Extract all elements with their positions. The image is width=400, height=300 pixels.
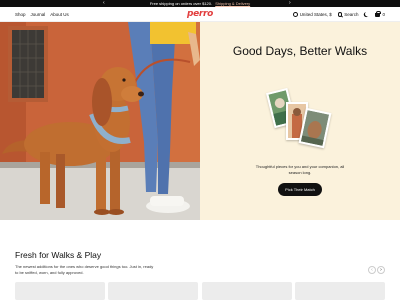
- header-tools: United States, $ Search 0: [292, 7, 385, 22]
- dog-walk-illustration: [0, 22, 200, 220]
- promo-bar: ‹ Free shipping on orders over $120. Shi…: [0, 0, 400, 7]
- region-label: United States, $: [299, 12, 332, 17]
- dog-photo: [300, 110, 330, 146]
- pick-their-match-button[interactable]: Pick Their Match: [278, 183, 322, 196]
- site-header: Shop Journal About Us perro United State…: [0, 7, 400, 22]
- main-nav: Shop Journal About Us: [15, 7, 69, 22]
- cart-count: 0: [382, 12, 385, 17]
- cart-icon: [375, 11, 382, 17]
- cart-button[interactable]: 0: [375, 11, 385, 17]
- region-selector[interactable]: United States, $: [292, 12, 332, 17]
- product-card[interactable]: [108, 282, 198, 300]
- promo-message: Free shipping on orders over $120.: [149, 1, 213, 6]
- hero-dog-photo: [0, 22, 200, 220]
- hero-section: Good Days, Better Walks Thoughtful piece…: [0, 22, 400, 220]
- search-icon: [337, 12, 343, 17]
- section-subtitle: The newest additions for the ones who de…: [15, 264, 154, 275]
- product-card[interactable]: [15, 282, 105, 300]
- moon-icon: [365, 12, 370, 17]
- nav-shop[interactable]: Shop: [15, 12, 26, 17]
- section-title: Fresh for Walks & Play: [15, 250, 102, 260]
- hero-copy: Thoughtful pieces for you and your compa…: [255, 164, 345, 175]
- theme-toggle[interactable]: [364, 12, 369, 17]
- globe-icon: [292, 12, 298, 17]
- nav-journal[interactable]: Journal: [31, 12, 46, 17]
- hero-panel: Good Days, Better Walks Thoughtful piece…: [200, 22, 400, 220]
- product-card[interactable]: [295, 282, 385, 300]
- hero-title: Good Days, Better Walks: [232, 44, 368, 58]
- shipping-link[interactable]: Shipping & Delivery: [215, 1, 250, 6]
- carousel-prev-button[interactable]: ‹: [368, 266, 376, 274]
- search-label: Search: [344, 12, 359, 17]
- brand-logo[interactable]: perro: [180, 9, 220, 19]
- carousel-next-button[interactable]: ›: [377, 266, 385, 274]
- promo-text: Free shipping on orders over $120. Shipp…: [0, 0, 400, 7]
- product-carousel: [15, 282, 385, 300]
- promo-next-icon[interactable]: ›: [289, 0, 291, 7]
- product-card[interactable]: [202, 282, 292, 300]
- nav-about-us[interactable]: About Us: [50, 12, 69, 17]
- search-button[interactable]: Search: [337, 12, 359, 17]
